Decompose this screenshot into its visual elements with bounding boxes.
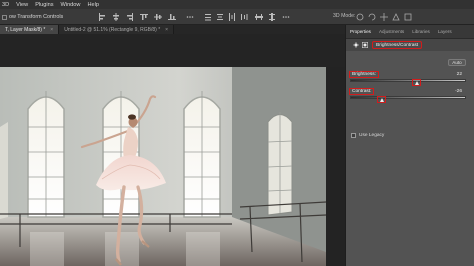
adjustment-header: Brightness/Contrast	[346, 39, 474, 51]
slide-3d-icon[interactable]	[392, 13, 400, 21]
contrast-value[interactable]: -26	[455, 89, 462, 94]
align-left-icon[interactable]	[98, 13, 106, 21]
distribute-vertical-icon[interactable]	[204, 13, 212, 21]
canvas-pasteboard	[0, 34, 345, 67]
close-icon[interactable]: ×	[50, 27, 53, 33]
checkbox-box[interactable]	[2, 14, 7, 20]
menu-bar: 3D View Plugins Window Help	[0, 0, 474, 9]
checkbox-box[interactable]	[351, 133, 356, 138]
tab-libraries[interactable]: Libraries	[408, 29, 434, 34]
adjustment-name: Brightness/Contrast	[372, 41, 423, 49]
contrast-slider-track[interactable]	[350, 96, 466, 99]
document-tab-label: Untitled-2 @ 51.1% (Rectangle 9, RGB/8) …	[64, 26, 161, 33]
scale-3d-icon[interactable]	[404, 13, 412, 21]
options-bar: ow Transform Controls 3D Mode:	[0, 9, 474, 25]
distribute-right-icon[interactable]	[240, 13, 248, 21]
canvas-right-pasteboard	[326, 67, 345, 266]
auto-button[interactable]: Auto	[448, 59, 466, 66]
distribute-center-icon[interactable]	[216, 13, 224, 21]
roll-3d-icon[interactable]	[368, 13, 376, 21]
contrast-slider-thumb[interactable]	[377, 96, 386, 103]
document-tab-label: T, Layer Mask/8) *	[5, 26, 46, 33]
use-legacy-checkbox[interactable]: Use Legacy	[351, 133, 384, 138]
contrast-label: Contrast:	[349, 88, 375, 95]
distribute-spacing-icon[interactable]	[228, 13, 236, 21]
menu-view[interactable]: View	[16, 2, 28, 8]
close-icon[interactable]: ×	[165, 27, 168, 33]
canvas-area[interactable]	[0, 34, 345, 266]
ballerina-photo[interactable]	[0, 67, 326, 266]
brightness-label: Brightness:	[349, 71, 379, 78]
tab-properties[interactable]: Properties	[346, 29, 375, 34]
document-tab-bar: T, Layer Mask/8) * × Untitled-2 @ 51.1% …	[0, 25, 345, 34]
align-bottom-icon[interactable]	[168, 13, 176, 21]
menu-help[interactable]: Help	[87, 2, 99, 8]
align-center-icon[interactable]	[112, 13, 120, 21]
align-top-icon[interactable]	[140, 13, 148, 21]
document-tab-active[interactable]: T, Layer Mask/8) * ×	[0, 25, 60, 34]
menu-window[interactable]: Window	[61, 2, 81, 8]
align-right-icon[interactable]	[126, 13, 134, 21]
3d-mode-label: 3D Mode:	[333, 13, 356, 19]
slider-thumb-icon	[414, 80, 419, 85]
panel-tab-bar: Properties Adjustments Libraries Layers	[346, 25, 474, 39]
document-tab-untitled-2[interactable]: Untitled-2 @ 51.1% (Rectangle 9, RGB/8) …	[59, 25, 175, 34]
brightness-adjustment-icon	[353, 42, 359, 48]
align-middle-icon[interactable]	[154, 13, 162, 21]
more-options-icon[interactable]	[186, 13, 194, 21]
use-legacy-label: Use Legacy	[359, 133, 385, 138]
slider-thumb-icon	[379, 97, 384, 102]
show-transform-controls-checkbox[interactable]: ow Transform Controls	[2, 14, 63, 20]
tab-layers[interactable]: Layers	[434, 29, 456, 34]
orbit-3d-icon[interactable]	[356, 13, 364, 21]
properties-panel: Properties Adjustments Libraries Layers …	[345, 25, 474, 266]
distribute-middle-icon[interactable]	[268, 13, 276, 21]
tab-adjustments[interactable]: Adjustments	[375, 29, 408, 34]
layer-mask-icon[interactable]	[362, 42, 368, 48]
menu-plugins[interactable]: Plugins	[35, 2, 53, 8]
pan-3d-icon[interactable]	[380, 13, 388, 21]
brightness-value[interactable]: 22	[457, 72, 462, 77]
menu-3d[interactable]: 3D	[2, 2, 9, 8]
distribute-horizontal-icon[interactable]	[255, 13, 263, 21]
more-options-2-icon[interactable]	[282, 13, 290, 21]
show-transform-controls-label: ow Transform Controls	[9, 14, 64, 20]
brightness-slider-track[interactable]	[350, 79, 466, 82]
brightness-slider-thumb[interactable]	[412, 79, 421, 86]
